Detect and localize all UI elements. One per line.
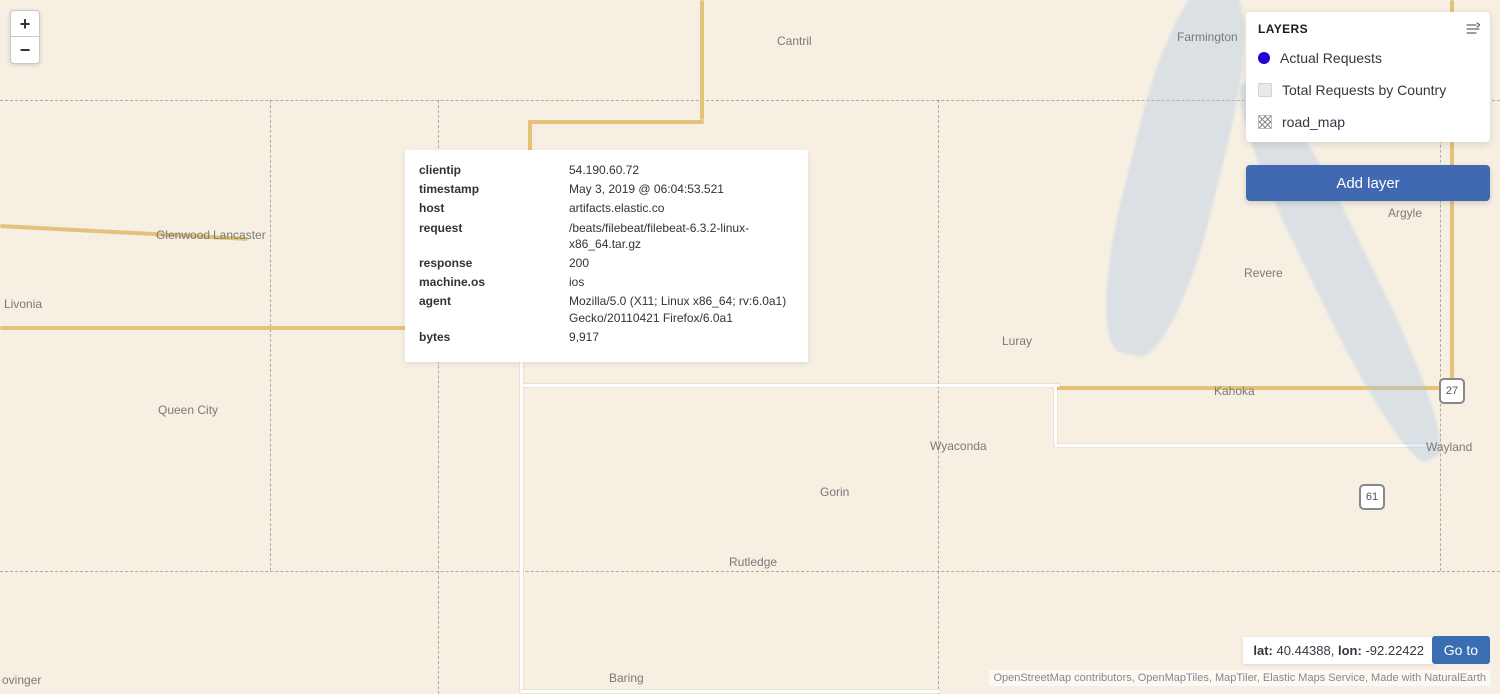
city-label: ovinger (2, 673, 41, 687)
tooltip-field-value: May 3, 2019 @ 06:04:53.521 (569, 181, 794, 197)
tooltip-field-value: 200 (569, 255, 794, 271)
layers-title: LAYERS (1258, 22, 1308, 36)
map-attribution: OpenStreetMap contributors, OpenMapTiles… (989, 670, 1490, 686)
map-canvas[interactable]: CantrilFarmingtonGlenwoodLancasterArgyle… (0, 0, 1500, 694)
legend-hatch-icon (1258, 115, 1272, 129)
tooltip-field-value: 54.190.60.72 (569, 162, 794, 178)
road-local (520, 690, 940, 693)
road-local (1054, 386, 1057, 446)
city-label: Livonia (4, 297, 42, 311)
tooltip-field-key: bytes (419, 329, 569, 345)
road-highway (700, 0, 704, 120)
tooltip-field-key: timestamp (419, 181, 569, 197)
road-local (520, 384, 1060, 387)
city-label: Gorin (820, 485, 849, 499)
city-label: Argyle (1388, 206, 1422, 220)
zoom-control: + − (10, 10, 40, 64)
tooltip-field-key: response (419, 255, 569, 271)
lat-value: 40.44388 (1277, 643, 1331, 658)
lon-value: -92.22422 (1365, 643, 1424, 658)
city-label: Revere (1244, 266, 1283, 280)
border-line (0, 571, 1500, 573)
lon-label: lon: (1338, 643, 1362, 658)
tooltip-field-value: artifacts.elastic.co (569, 200, 794, 216)
collapse-panel-icon[interactable] (1466, 22, 1480, 36)
river (1085, 0, 1264, 365)
tooltip-field-value: 9,917 (569, 329, 794, 345)
route-shield: 27 (1439, 378, 1465, 404)
city-label: Baring (609, 671, 644, 685)
zoom-in-button[interactable]: + (11, 11, 39, 37)
tooltip-field-key: host (419, 200, 569, 216)
city-label: Rutledge (729, 555, 777, 569)
road-local (1054, 444, 1434, 447)
city-label: Queen City (158, 403, 218, 417)
tooltip-field-value: /beats/filebeat/filebeat-6.3.2-linux-x86… (569, 220, 794, 252)
border-line (938, 100, 940, 694)
tooltip-field-key: clientip (419, 162, 569, 178)
layers-panel: LAYERS Actual Requests Total Requests by… (1246, 12, 1490, 142)
tooltip-field-value: ios (569, 274, 794, 290)
border-line (270, 100, 272, 571)
zoom-out-button[interactable]: − (11, 37, 39, 63)
layer-item-road-map[interactable]: road_map (1246, 106, 1490, 138)
tooltip-field-value: Mozilla/5.0 (X11; Linux x86_64; rv:6.0a1… (569, 293, 794, 325)
layer-label: Actual Requests (1280, 50, 1382, 66)
road-highway (528, 120, 704, 124)
layer-item-actual-requests[interactable]: Actual Requests (1246, 42, 1490, 74)
layer-item-total-requests[interactable]: Total Requests by Country (1246, 74, 1490, 106)
legend-square-icon (1258, 83, 1272, 97)
lat-label: lat: (1253, 643, 1273, 658)
legend-dot-icon (1258, 52, 1270, 64)
route-shield: 61 (1359, 484, 1385, 510)
road-local (520, 330, 523, 690)
add-layer-button[interactable]: Add layer (1246, 165, 1490, 201)
tooltip-field-key: agent (419, 293, 569, 325)
tooltip-field-key: request (419, 220, 569, 252)
layer-label: Total Requests by Country (1282, 82, 1446, 98)
tooltip-field-key: machine.os (419, 274, 569, 290)
road-highway (0, 224, 248, 241)
city-label: Cantril (777, 34, 812, 48)
layer-label: road_map (1282, 114, 1345, 130)
feature-tooltip: clientip54.190.60.72timestampMay 3, 2019… (405, 150, 808, 362)
goto-button[interactable]: Go to (1432, 636, 1490, 664)
coordinates-display: lat: 40.44388, lon: -92.22422 (1243, 637, 1434, 664)
city-label: Luray (1002, 334, 1032, 348)
